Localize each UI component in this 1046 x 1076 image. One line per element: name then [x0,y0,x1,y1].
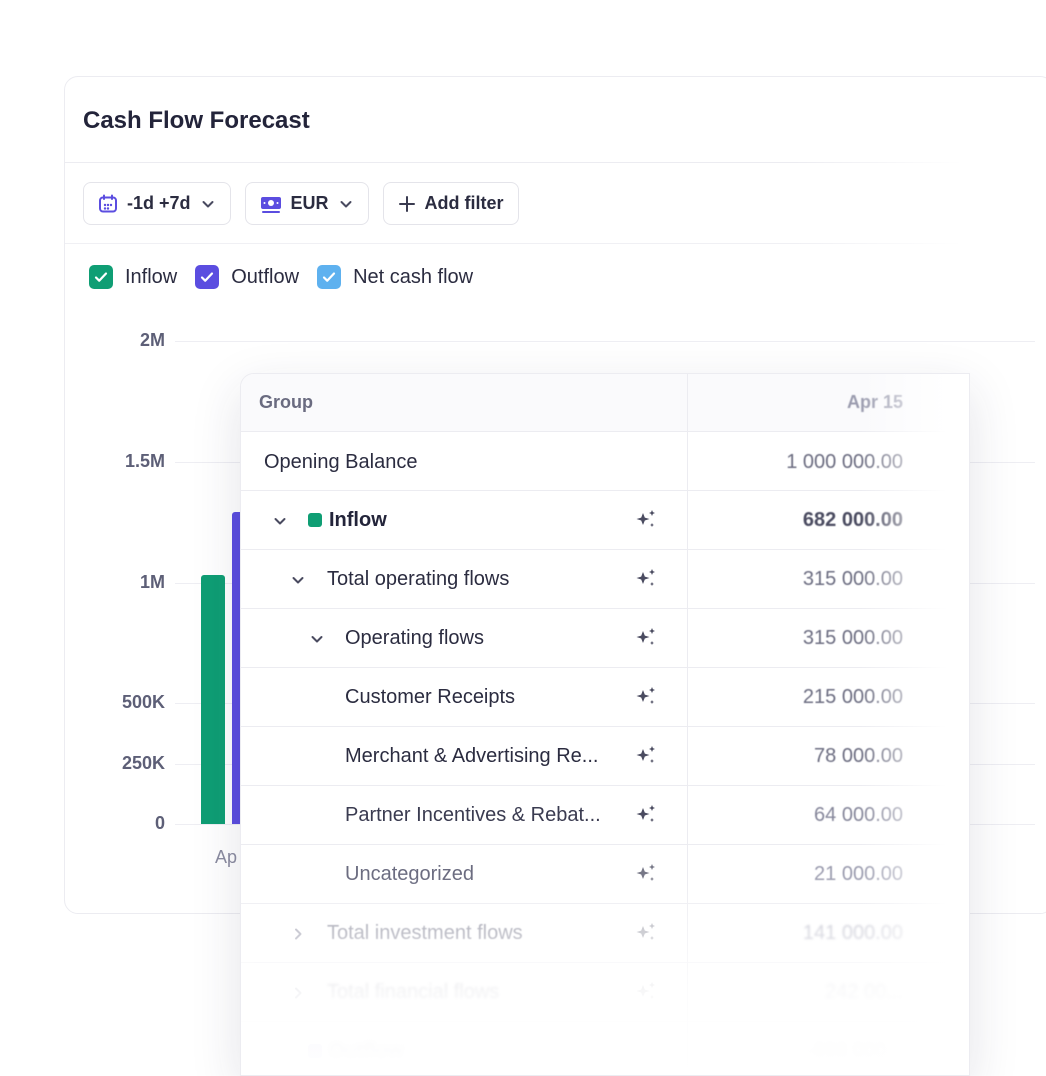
table-header: Group Apr 15 [241,374,969,432]
row-label: Total investment flows [327,922,523,944]
sparkles-icon[interactable] [633,861,659,887]
row-value: 215 000.00 [802,686,903,708]
add-filter-label: Add filter [424,193,504,213]
calendar-icon [99,194,117,212]
date-range-dropdown[interactable]: -1d +7d [83,182,231,225]
sparkles-icon[interactable] [633,920,659,946]
row-label: Outflow [329,1040,404,1062]
x-axis-tick-label: Ap [215,847,238,867]
row-value: 78 000.00 [814,745,903,767]
y-axis-tick-label: 0 [154,813,165,833]
row-label: Merchant & Advertising Re... [345,745,599,767]
row-label: Total operating flows [327,568,510,590]
row-label: Customer Receipts [345,686,516,708]
gridline [175,341,1035,342]
table-row-uncategorized[interactable]: Uncategorized 21 000.00 [241,845,969,904]
table-row-total-operating-flows[interactable]: Total operating flows 315 000.00 [241,550,969,609]
banknote-icon [260,196,281,213]
table-row-opening-balance[interactable]: Opening Balance 1 000 000.00 [241,433,969,491]
toolbar: -1d +7d EUR Add filter [83,182,519,225]
toolbar-divider [65,243,1046,244]
chevron-down-icon[interactable] [309,631,325,647]
row-value: -698 000... [807,1040,903,1062]
row-value: 242 00... [825,981,903,1003]
y-axis-tick-label: 250K [121,752,165,773]
checkbox-checked-icon[interactable] [89,265,113,289]
chevron-down-icon[interactable] [290,572,306,588]
date-range-label: -1d +7d [127,193,191,213]
checkbox-checked-icon[interactable] [195,265,220,289]
inflow-color-swatch [308,513,322,527]
table-row-merchant-advertising[interactable]: Merchant & Advertising Re... 78 000.00 [241,727,969,786]
column-header-group[interactable]: Group [259,392,313,413]
row-value: 682 000.00 [802,509,903,531]
sparkles-icon[interactable] [633,566,659,592]
currency-label: EUR [290,193,329,213]
sparkles-icon[interactable] [633,507,659,533]
row-label: Partner Incentives & Rebat... [345,804,601,826]
chevron-right-icon[interactable] [290,926,306,942]
chevron-right-icon[interactable] [290,985,306,1001]
sparkles-icon[interactable] [633,802,659,828]
row-label: Total financial flows [327,981,500,1003]
y-axis-tick-label: 1M [139,571,165,592]
plus-icon [398,195,415,212]
checkbox-checked-icon[interactable] [317,265,342,289]
table-row-outflow[interactable]: Outflow -698 000... [241,1022,969,1075]
table-row-partner-incentives[interactable]: Partner Incentives & Rebat... 64 000.00 [241,786,969,845]
chevron-down-icon[interactable] [272,513,288,529]
sparkles-icon[interactable] [633,979,659,1005]
outflow-color-swatch [308,1044,322,1058]
sparkles-icon[interactable] [633,684,659,710]
row-label: Inflow [329,509,387,531]
legend-item-inflow[interactable]: Inflow [89,265,177,289]
forecast-table-panel: Group Apr 15 Opening Balance 1 000 000.0… [240,373,970,1076]
add-filter-button[interactable]: Add filter [382,182,519,225]
y-axis-tick-label: 500K [121,692,165,713]
row-value: 141 000.00 [802,922,903,944]
currency-dropdown[interactable]: EUR [244,182,369,225]
legend-label: Net cash flow [353,265,474,288]
y-axis-tick-label: 1.5M [124,450,165,471]
legend-label: Outflow [231,265,300,288]
y-axis-tick-label: 2M [139,330,165,350]
row-value: 1 000 000.00 [786,451,903,473]
table-row-customer-receipts[interactable]: Customer Receipts 215 000.00 [241,668,969,727]
row-value: 315 000.00 [802,627,903,649]
legend-label: Inflow [125,265,178,288]
row-label: Operating flows [345,627,484,649]
row-value: 64 000.00 [814,804,903,826]
row-value: 21 000.00 [814,863,903,885]
row-label: Uncategorized [345,863,474,885]
chart-legend: Inflow Outflow Net cash flow [89,265,473,289]
bar-inflow[interactable] [201,575,225,824]
table-row-total-financial-flows[interactable]: Total financial flows 242 00... [241,963,969,1022]
chevron-down-icon [202,200,214,207]
column-header-date[interactable]: Apr 15 [847,392,903,413]
chevron-down-icon [340,200,352,207]
row-value: 315 000.00 [802,568,903,590]
sparkles-icon[interactable] [633,625,659,651]
sparkles-icon[interactable] [633,743,659,769]
table-row-inflow[interactable]: Inflow 682 000.00 [241,491,969,550]
legend-item-outflow[interactable]: Outflow [195,265,299,289]
table-row-total-investment-flows[interactable]: Total investment flows 141 000.00 [241,904,969,963]
page-title: Cash Flow Forecast [83,107,310,134]
table-row-operating-flows[interactable]: Operating flows 315 000.00 [241,609,969,668]
title-divider [65,162,1046,163]
legend-item-net-cash-flow[interactable]: Net cash flow [317,265,473,289]
row-label: Opening Balance [264,451,418,473]
